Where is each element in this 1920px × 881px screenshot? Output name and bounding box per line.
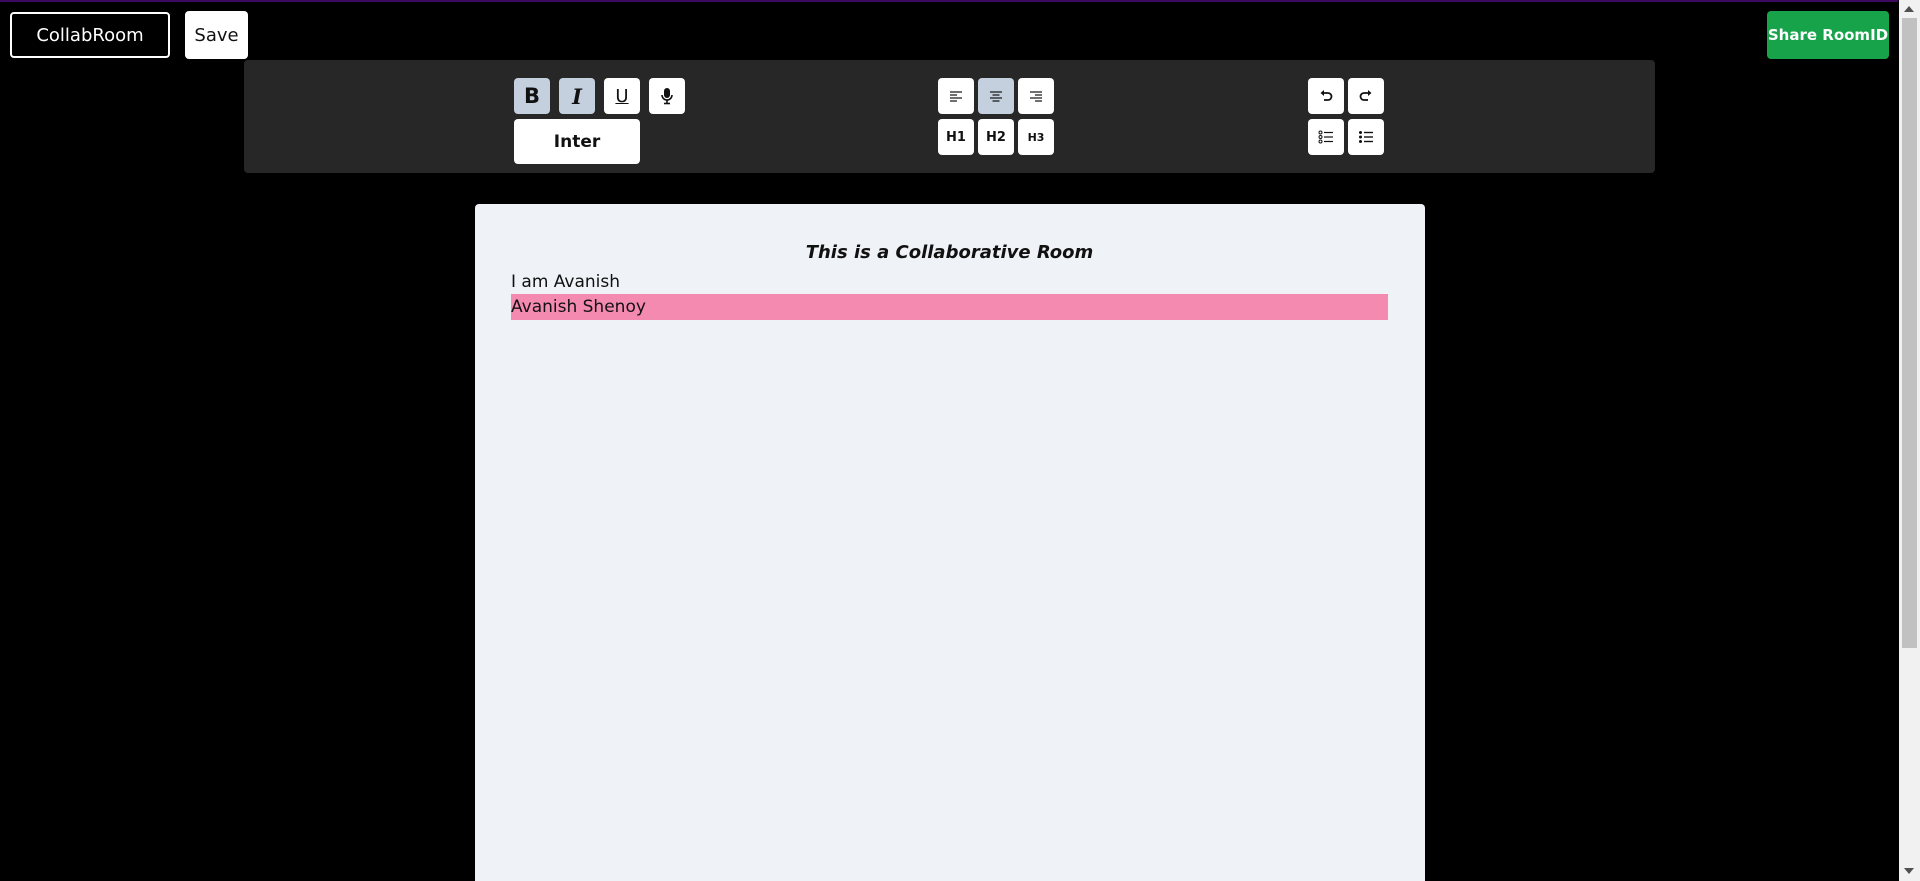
redo-icon xyxy=(1359,90,1372,101)
heading-2-button[interactable]: H2 xyxy=(978,119,1014,155)
align-left-icon xyxy=(950,91,962,102)
top-accent-line xyxy=(0,0,1898,2)
bold-button[interactable]: B xyxy=(514,78,550,114)
microphone-button[interactable] xyxy=(649,78,685,114)
align-right-button[interactable] xyxy=(1018,78,1054,114)
align-center-icon xyxy=(990,91,1002,102)
font-family-select[interactable]: Inter xyxy=(514,119,640,164)
align-center-button[interactable] xyxy=(978,78,1014,114)
heading-3-button[interactable]: H3 xyxy=(1018,119,1054,155)
save-button[interactable]: Save xyxy=(185,11,248,59)
undo-icon xyxy=(1320,90,1333,101)
underline-button[interactable]: U xyxy=(604,78,640,114)
document-title[interactable]: This is a Collaborative Room xyxy=(511,242,1388,263)
heading-3-label: H3 xyxy=(1027,130,1045,144)
underline-icon: U xyxy=(615,85,629,107)
align-right-icon xyxy=(1030,91,1042,102)
align-left-button[interactable] xyxy=(938,78,974,114)
scroll-down-icon[interactable] xyxy=(1904,868,1914,874)
scrollbar-thumb[interactable] xyxy=(1902,18,1917,648)
redo-button[interactable] xyxy=(1348,78,1384,114)
document-line[interactable]: I am Avanish xyxy=(511,270,1388,294)
bullet-list-button[interactable] xyxy=(1348,119,1384,155)
scroll-up-icon[interactable] xyxy=(1904,6,1914,12)
highlighted-line[interactable]: Avanish Shenoy xyxy=(511,294,1388,320)
microphone-icon xyxy=(661,88,673,105)
heading-2-label: H2 xyxy=(986,129,1006,145)
ordered-list-icon xyxy=(1318,130,1333,144)
share-roomid-button[interactable]: Share RoomID xyxy=(1767,11,1889,59)
undo-button[interactable] xyxy=(1308,78,1344,114)
bold-icon: B xyxy=(523,84,540,108)
page-scrollbar[interactable] xyxy=(1899,0,1920,881)
ordered-list-button[interactable] xyxy=(1308,119,1344,155)
italic-button[interactable]: I xyxy=(559,78,595,114)
heading-1-label: H1 xyxy=(946,129,966,145)
bullet-list-icon xyxy=(1359,131,1373,143)
heading-1-button[interactable]: H1 xyxy=(938,119,974,155)
italic-icon: I xyxy=(572,83,582,109)
brand-button[interactable]: CollabRoom xyxy=(10,12,170,58)
editor-document[interactable]: This is a Collaborative Room I am Avanis… xyxy=(475,204,1425,881)
editor-toolbar: B I U Inter H1 H2 H3 xyxy=(244,60,1655,173)
